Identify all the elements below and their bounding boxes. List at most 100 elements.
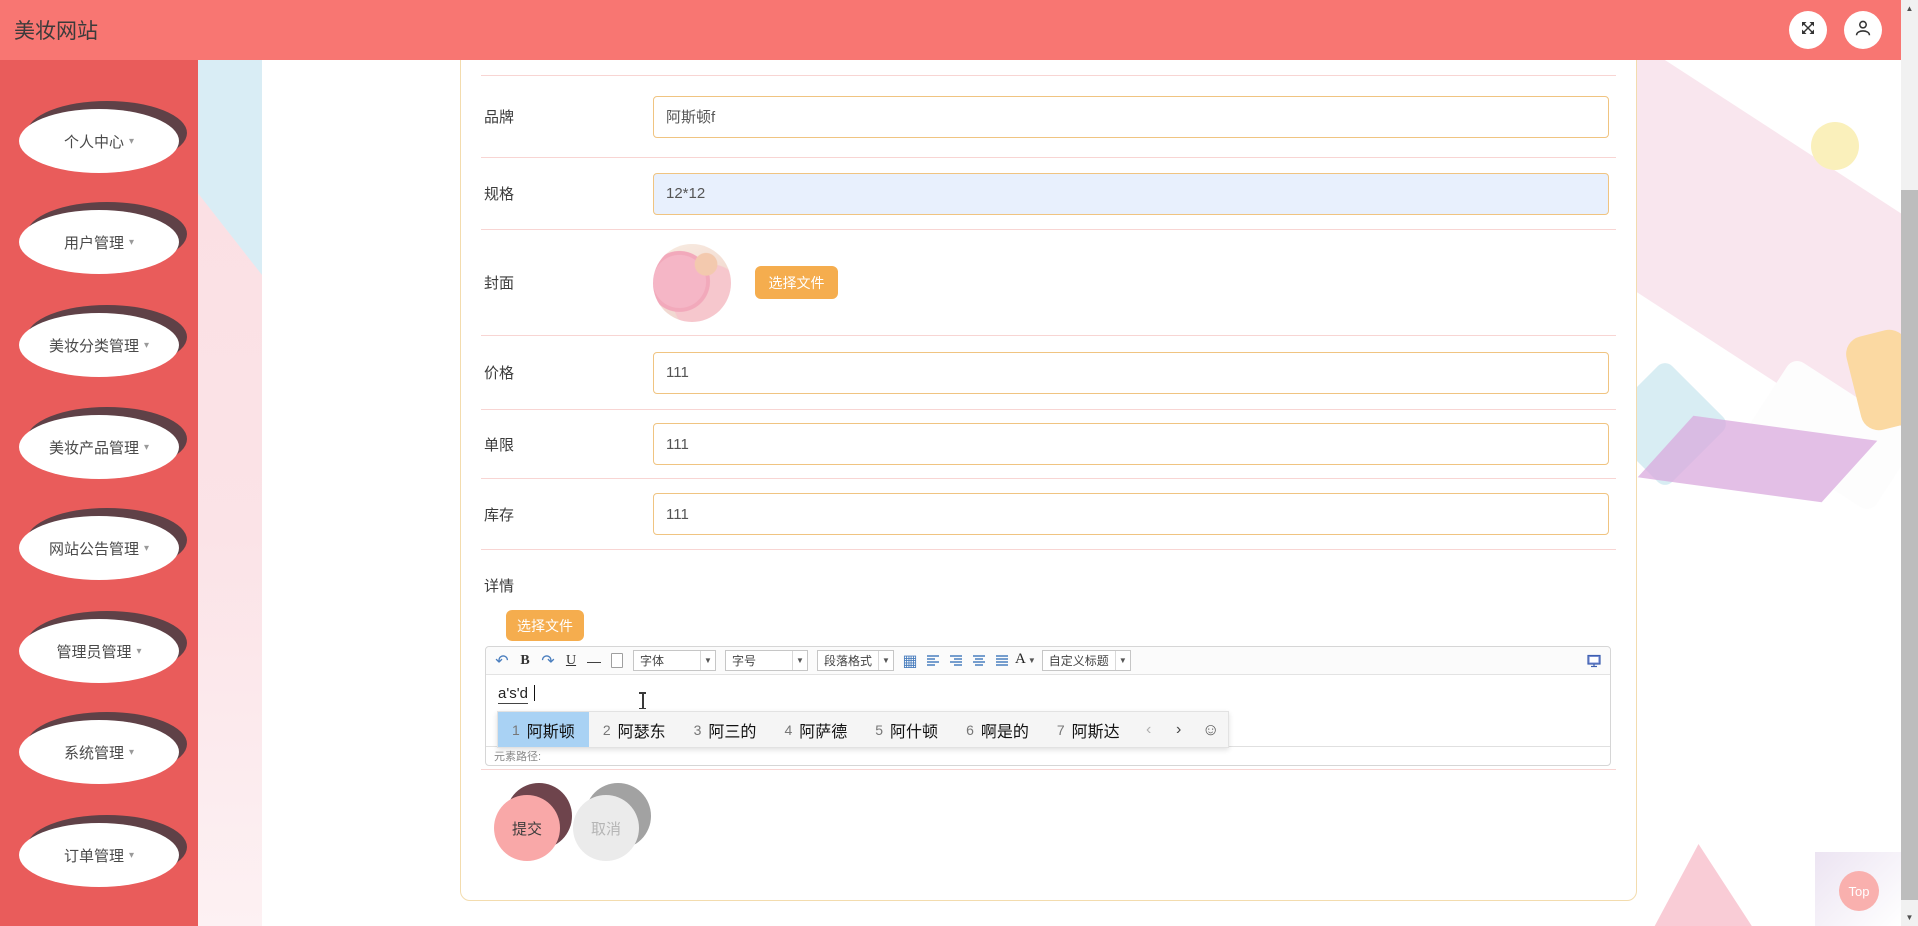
- ime-candidate-3[interactable]: 3 阿三的: [680, 712, 771, 747]
- font-size-dropdown[interactable]: 字号 ▼: [725, 650, 808, 671]
- ime-next-page-icon[interactable]: ›: [1164, 712, 1194, 747]
- scroll-up-icon[interactable]: ▲: [1901, 0, 1918, 17]
- stock-input[interactable]: [653, 493, 1609, 535]
- fullscreen-button[interactable]: [1789, 11, 1827, 49]
- form-row-brand: 品牌: [481, 76, 1616, 158]
- caret-down-icon: ▾: [128, 849, 135, 861]
- custom-title-value: 自定义标题: [1048, 654, 1109, 668]
- fullscreen-icon: [1800, 20, 1816, 41]
- undo-icon[interactable]: ↶: [492, 651, 512, 671]
- candidate-text: 阿什顿: [890, 723, 939, 741]
- ime-candidate-1[interactable]: 1 阿斯顿: [498, 712, 589, 747]
- candidate-text: 阿三的: [708, 723, 757, 741]
- form-row-unit-limit: 单限: [481, 410, 1616, 479]
- user-icon: [1854, 19, 1872, 42]
- form-row-price: 价格: [481, 336, 1616, 410]
- editor-status-bar: 元素路径:: [486, 746, 1610, 765]
- decorative-shape: [1650, 844, 1757, 926]
- font-family-dropdown[interactable]: 字体 ▼: [633, 650, 716, 671]
- sidebar-item-category-management[interactable]: 美妆分类管理 ▾: [19, 313, 179, 377]
- candidate-text: 阿瑟东: [617, 723, 666, 741]
- font-size-value: 字号: [732, 654, 757, 668]
- sidebar-item-admin-management[interactable]: 管理员管理 ▾: [19, 619, 179, 683]
- align-right-icon[interactable]: [946, 651, 966, 671]
- spec-input[interactable]: [653, 172, 1609, 215]
- sidebar-item-order-management[interactable]: 订单管理 ▾: [19, 823, 179, 887]
- decorative-left-strip: [198, 60, 262, 926]
- fullscreen-editor-icon[interactable]: [1584, 651, 1604, 671]
- user-profile-button[interactable]: [1844, 11, 1882, 49]
- ime-candidate-7[interactable]: 7 阿斯达: [1043, 712, 1134, 747]
- ime-prev-page-icon[interactable]: ‹: [1134, 712, 1164, 747]
- custom-title-dropdown[interactable]: 自定义标题 ▼: [1041, 650, 1131, 671]
- align-center-icon[interactable]: [969, 651, 989, 671]
- cancel-button[interactable]: 取消: [573, 795, 639, 861]
- ime-candidate-bar: 1 阿斯顿 2 阿瑟东 3 阿三的 4 阿萨德 5 阿什顿 6 啊是的 7 阿斯…: [497, 711, 1229, 748]
- align-justify-icon[interactable]: [992, 651, 1012, 671]
- caret-down-icon: ▾: [128, 236, 135, 248]
- cover-choose-file-button[interactable]: 选择文件: [755, 266, 838, 299]
- scroll-down-icon[interactable]: ▼: [1901, 909, 1918, 926]
- unit-limit-input[interactable]: [653, 423, 1609, 465]
- editor-toolbar: ↶ B ↷ U — 字体 ▼ 字号 ▼ 段落格式 ▼ ▦ A ▼ 自定义标题 ▼: [486, 647, 1610, 675]
- candidate-number: 2: [602, 721, 611, 738]
- ime-candidate-4[interactable]: 4 阿萨德: [770, 712, 861, 747]
- redo-icon[interactable]: ↷: [538, 651, 558, 671]
- sidebar-item-label: 订单管理: [63, 847, 124, 865]
- app-header: 美妆网站: [0, 0, 1901, 60]
- detail-choose-file-button[interactable]: 选择文件: [506, 610, 584, 641]
- candidate-number: 5: [875, 721, 884, 738]
- spec-label: 规格: [484, 186, 515, 203]
- candidate-text: 啊是的: [980, 723, 1029, 741]
- ime-emoji-icon[interactable]: ☺: [1194, 712, 1228, 747]
- new-page-button[interactable]: [607, 651, 627, 671]
- ime-candidate-5[interactable]: 5 阿什顿: [861, 712, 952, 747]
- sidebar: 个人中心 ▾ 用户管理 ▾ 美妆分类管理 ▾ 美妆产品管理 ▾ 网站公告管理 ▾ 管理员管…: [0, 60, 198, 926]
- paragraph-format-dropdown[interactable]: 段落格式 ▼: [817, 650, 895, 671]
- caret-down-icon: ▾: [136, 645, 142, 657]
- sidebar-item-personal-center[interactable]: 个人中心 ▾: [19, 109, 179, 173]
- submit-button[interactable]: 提交: [494, 795, 560, 861]
- candidate-number: 6: [966, 721, 974, 738]
- cursor-part: [642, 693, 644, 708]
- sidebar-item-announcement-management[interactable]: 网站公告管理 ▾: [19, 516, 179, 580]
- rich-text-editor: ↶ B ↷ U — 字体 ▼ 字号 ▼ 段落格式 ▼ ▦ A ▼ 自定义标题 ▼…: [485, 646, 1611, 766]
- cursor-part: [639, 707, 646, 709]
- ime-candidate-2[interactable]: 2 阿瑟东: [589, 712, 680, 747]
- paragraph-format-value: 段落格式: [824, 654, 873, 668]
- bold-button[interactable]: B: [515, 651, 535, 671]
- decorative-right-area: [1637, 60, 1901, 926]
- back-to-top-button[interactable]: Top: [1839, 871, 1879, 911]
- candidate-text: 阿斯顿: [526, 723, 575, 741]
- brand-input[interactable]: [653, 95, 1609, 138]
- ime-composition-text: a's'd: [498, 685, 528, 704]
- candidate-number: 7: [1056, 721, 1065, 738]
- dropdown-arrow-icon: ▼: [878, 651, 893, 670]
- price-input[interactable]: [653, 351, 1609, 394]
- header-actions: [1789, 11, 1882, 49]
- page-scrollbar[interactable]: ▲ ▼: [1901, 0, 1918, 926]
- price-label: 价格: [484, 365, 515, 382]
- font-color-letter: A: [1015, 650, 1026, 667]
- scrollbar-thumb[interactable]: [1901, 190, 1918, 900]
- candidate-number: 1: [512, 721, 520, 738]
- stock-label: 库存: [484, 506, 515, 524]
- decorative-shape: [1811, 122, 1859, 170]
- sidebar-item-product-management[interactable]: 美妆产品管理 ▾: [19, 415, 179, 479]
- insert-table-icon[interactable]: ▦: [900, 651, 920, 671]
- align-left-icon[interactable]: [923, 651, 943, 671]
- horizontal-rule-button[interactable]: —: [584, 651, 604, 671]
- row-separator: [481, 769, 1616, 770]
- underline-button[interactable]: U: [561, 651, 581, 671]
- product-form-card: 品牌 规格 封面 选择文件 价格 单限 库存 详情 选择文件 ↶ B ↷ U —: [460, 50, 1637, 901]
- sidebar-item-user-management[interactable]: 用户管理 ▾: [19, 210, 179, 274]
- ime-candidate-6[interactable]: 6 啊是的: [952, 712, 1043, 747]
- cover-label: 封面: [484, 275, 515, 292]
- font-color-button[interactable]: A ▼: [1015, 651, 1036, 671]
- form-row-spec: 规格: [481, 158, 1616, 230]
- dropdown-arrow-icon: ▼: [1114, 651, 1130, 670]
- sidebar-item-label: 美妆分类管理: [48, 337, 139, 355]
- sidebar-item-system-management[interactable]: 系统管理 ▾: [19, 720, 179, 784]
- cover-image-preview: [653, 243, 731, 322]
- dropdown-arrow-icon: ▼: [700, 651, 715, 670]
